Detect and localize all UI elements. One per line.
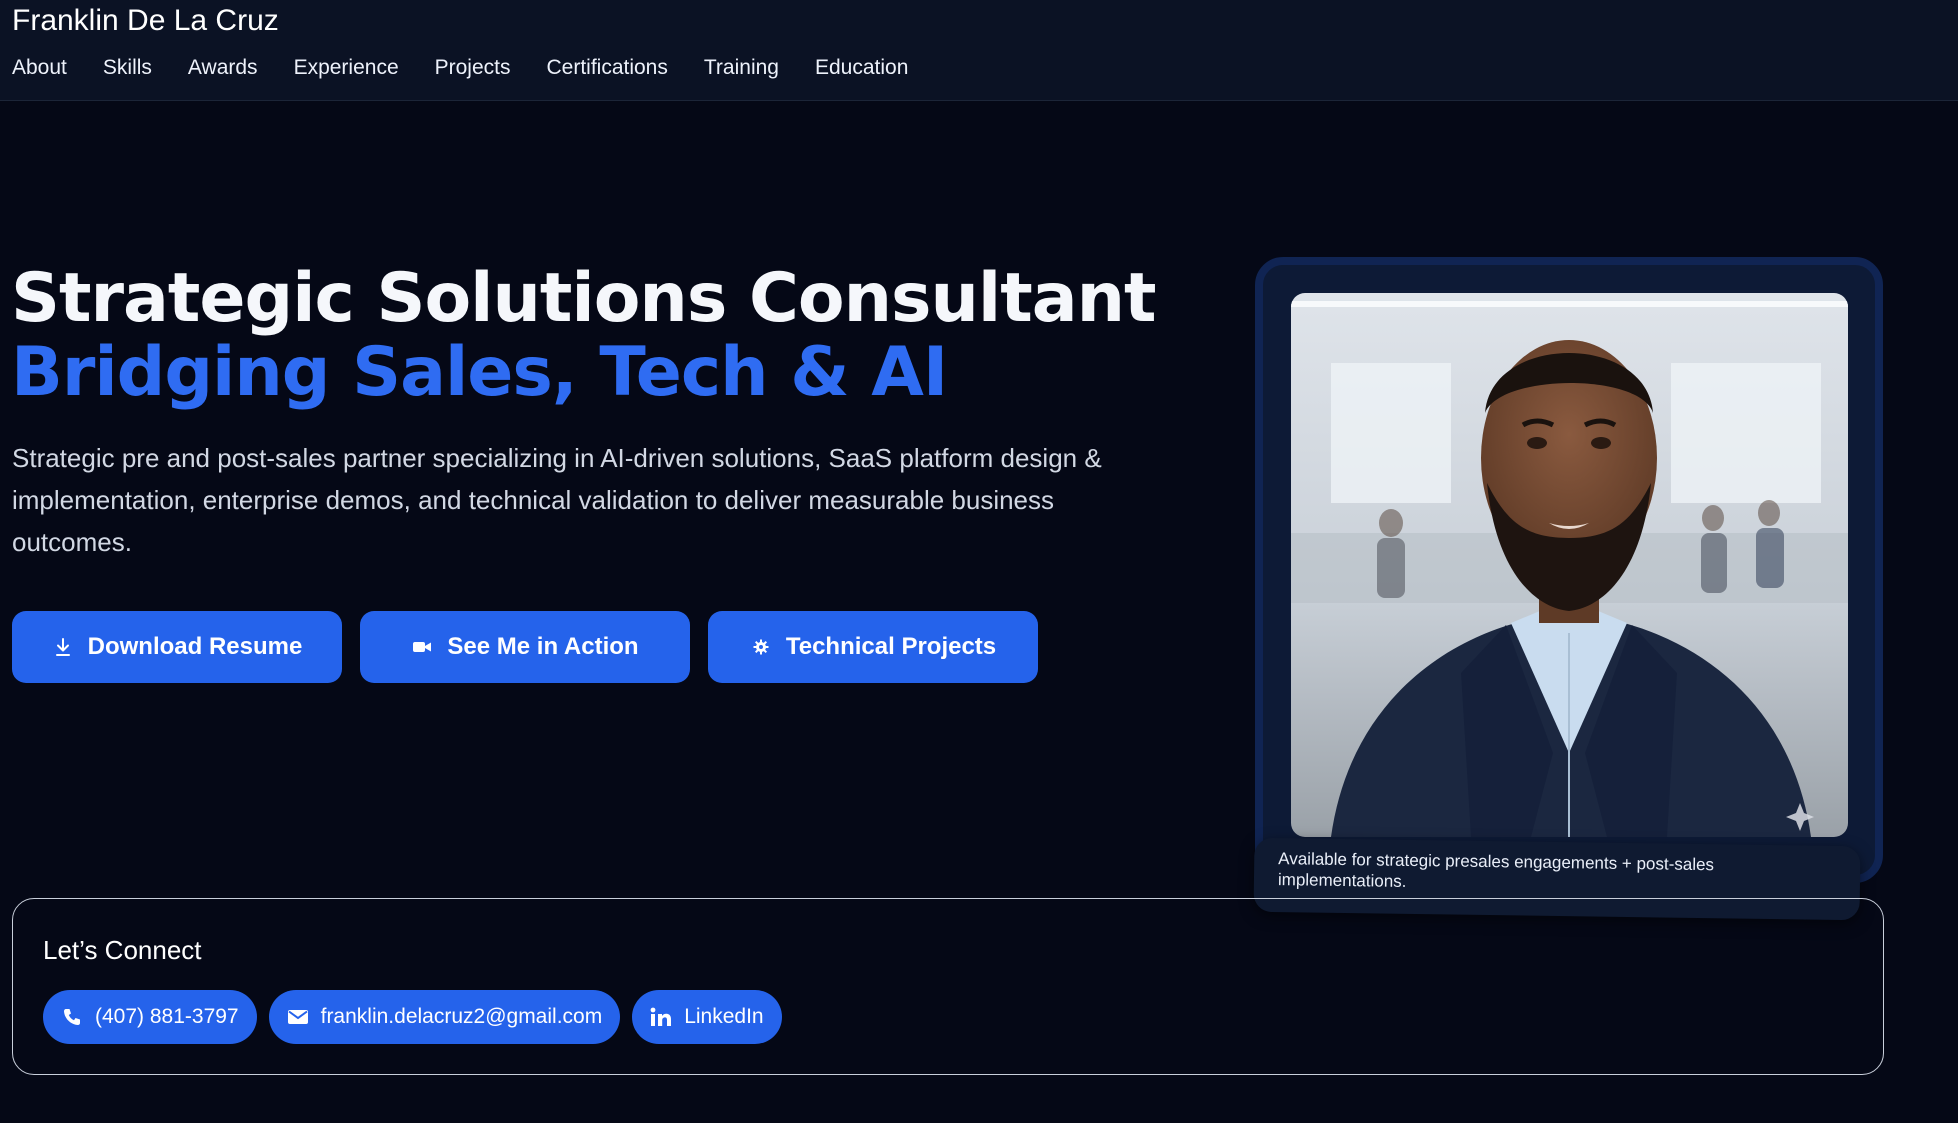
nav-training[interactable]: Training (704, 54, 779, 82)
download-resume-button[interactable]: Download Resume (12, 611, 342, 683)
see-me-in-action-label: See Me in Action (447, 633, 639, 660)
linkedin-label: LinkedIn (684, 1005, 764, 1028)
top-navigation-bar: Franklin De La Cruz About Skills Awards … (0, 0, 1958, 101)
nav-projects[interactable]: Projects (435, 54, 511, 82)
gear-icon (750, 636, 772, 658)
technical-projects-button[interactable]: Technical Projects (708, 611, 1038, 683)
connect-title: Let’s Connect (43, 935, 202, 965)
nav-education[interactable]: Education (815, 54, 908, 82)
hero-actions: Download Resume See Me in Action Technic… (12, 611, 1056, 683)
technical-projects-label: Technical Projects (785, 633, 997, 660)
phone-icon (61, 1006, 83, 1028)
nav-skills[interactable]: Skills (103, 54, 152, 82)
contact-chips: (407) 881-3797 franklin.delacruz2@gmail.… (43, 990, 794, 1044)
linkedin-button[interactable]: LinkedIn (632, 990, 782, 1044)
site-brand[interactable]: Franklin De La Cruz (12, 4, 279, 38)
phone-button[interactable]: (407) 881-3797 (43, 990, 257, 1044)
download-resume-label: Download Resume (87, 633, 303, 660)
see-me-in-action-button[interactable]: See Me in Action (360, 611, 690, 683)
nav-experience[interactable]: Experience (294, 54, 399, 82)
download-icon (52, 636, 74, 658)
nav-certifications[interactable]: Certifications (546, 54, 667, 82)
video-camera-icon (411, 636, 433, 658)
phone-number: (407) 881-3797 (95, 1005, 239, 1028)
email-address: franklin.delacruz2@gmail.com (320, 1005, 603, 1028)
hero-description: Strategic pre and post-sales partner spe… (12, 443, 1102, 557)
hero-title: Strategic Solutions Consultant Bridging … (11, 259, 1157, 412)
mail-icon (287, 1006, 309, 1028)
hero-title-main: Strategic Solutions Consultant (11, 259, 1157, 338)
nav-about[interactable]: About (12, 54, 67, 82)
hero-subtitle: Bridging Sales, Tech & AI (11, 333, 948, 412)
profile-photo (1291, 293, 1848, 837)
email-button[interactable]: franklin.delacruz2@gmail.com (268, 990, 621, 1044)
connect-section: Let’s Connect (407) 881-3797 franklin.de… (12, 898, 1884, 1075)
nav-awards[interactable]: Awards (188, 54, 258, 82)
main-nav: About Skills Awards Experience Projects … (12, 54, 944, 82)
linkedin-icon (650, 1006, 672, 1028)
